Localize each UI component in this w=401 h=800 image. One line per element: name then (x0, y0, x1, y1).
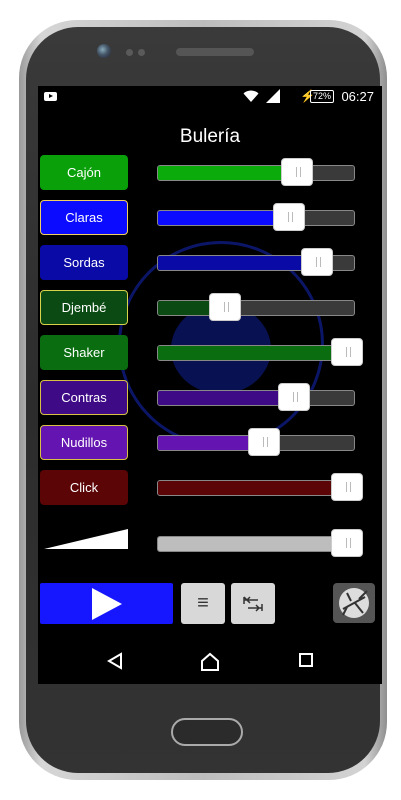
play-button[interactable] (40, 583, 173, 624)
track-row: Shaker (38, 335, 382, 371)
track-pad-button[interactable]: Cajón (40, 155, 128, 190)
slider-knob[interactable] (331, 473, 363, 501)
loop-button[interactable] (231, 583, 275, 624)
track-row: Contras (38, 380, 382, 416)
menu-button[interactable]: ≡ (181, 583, 225, 624)
slider-fill (158, 301, 211, 315)
slider-knob[interactable] (273, 203, 305, 231)
slider-fill (158, 346, 354, 360)
play-icon (91, 587, 122, 620)
track-pad-button[interactable]: Claras (40, 200, 128, 235)
volume-ramp-icon (44, 529, 128, 549)
cricket-logo-icon (339, 588, 369, 618)
page-title: Bulería (179, 126, 241, 147)
recent-apps-icon[interactable] (298, 652, 314, 668)
slider-fill (158, 481, 354, 495)
slider-knob[interactable] (278, 383, 310, 411)
app-screen: ⚡ 72% 06:27 Bulería Cajón Claras Sordas Dje… (38, 86, 382, 684)
slider-knob[interactable] (301, 248, 333, 276)
track-volume-slider[interactable] (157, 165, 355, 181)
slider-knob[interactable] (331, 529, 363, 557)
slider-fill (158, 166, 296, 180)
wifi-icon (243, 90, 259, 102)
track-volume-slider[interactable] (157, 345, 355, 361)
track-pad-button[interactable]: Djembé (40, 290, 128, 325)
clock: 06:27 (341, 89, 374, 104)
transport-controls: ≡ (38, 583, 382, 627)
home-button[interactable] (171, 718, 243, 746)
track-pad-button[interactable]: Click (40, 470, 128, 505)
track-volume-slider[interactable] (157, 480, 355, 496)
slider-fill (158, 436, 256, 450)
sensor-dot (138, 49, 145, 56)
slider-knob[interactable] (331, 338, 363, 366)
slider-knob[interactable] (248, 428, 280, 456)
slider-fill (158, 537, 354, 551)
track-volume-slider[interactable] (157, 300, 355, 316)
android-nav-bar (38, 644, 382, 684)
menu-icon: ≡ (197, 592, 209, 614)
back-icon[interactable] (106, 652, 124, 670)
status-bar: ⚡ 72% 06:27 (38, 86, 382, 108)
signal-icon (266, 89, 280, 103)
slider-fill (158, 391, 292, 405)
master-volume-row (38, 526, 382, 562)
slider-fill (158, 256, 319, 270)
track-row: Sordas (38, 245, 382, 281)
earpiece-speaker (176, 48, 254, 56)
app-notification-icon (44, 92, 57, 101)
track-row: Claras (38, 200, 382, 236)
sensor-dot (126, 49, 133, 56)
track-row: Click (38, 470, 382, 506)
tab-arrows-icon (243, 595, 263, 612)
track-row: Nudillos (38, 425, 382, 461)
track-volume-slider[interactable] (157, 390, 355, 406)
slider-knob[interactable] (209, 293, 241, 321)
track-pad-button[interactable]: Contras (40, 380, 128, 415)
track-pad-button[interactable]: Nudillos (40, 425, 128, 460)
track-volume-slider[interactable] (157, 210, 355, 226)
master-volume-slider[interactable] (157, 536, 355, 552)
track-row: Djembé (38, 290, 382, 326)
front-camera (97, 44, 111, 58)
cricket-logo-button[interactable] (333, 583, 375, 623)
battery-indicator: 72% (310, 90, 335, 103)
track-row: Cajón (38, 155, 382, 191)
track-pad-button[interactable]: Sordas (40, 245, 128, 280)
track-pad-button[interactable]: Shaker (40, 335, 128, 370)
slider-fill (158, 211, 286, 225)
slider-knob[interactable] (281, 158, 313, 186)
home-icon[interactable] (200, 652, 220, 672)
